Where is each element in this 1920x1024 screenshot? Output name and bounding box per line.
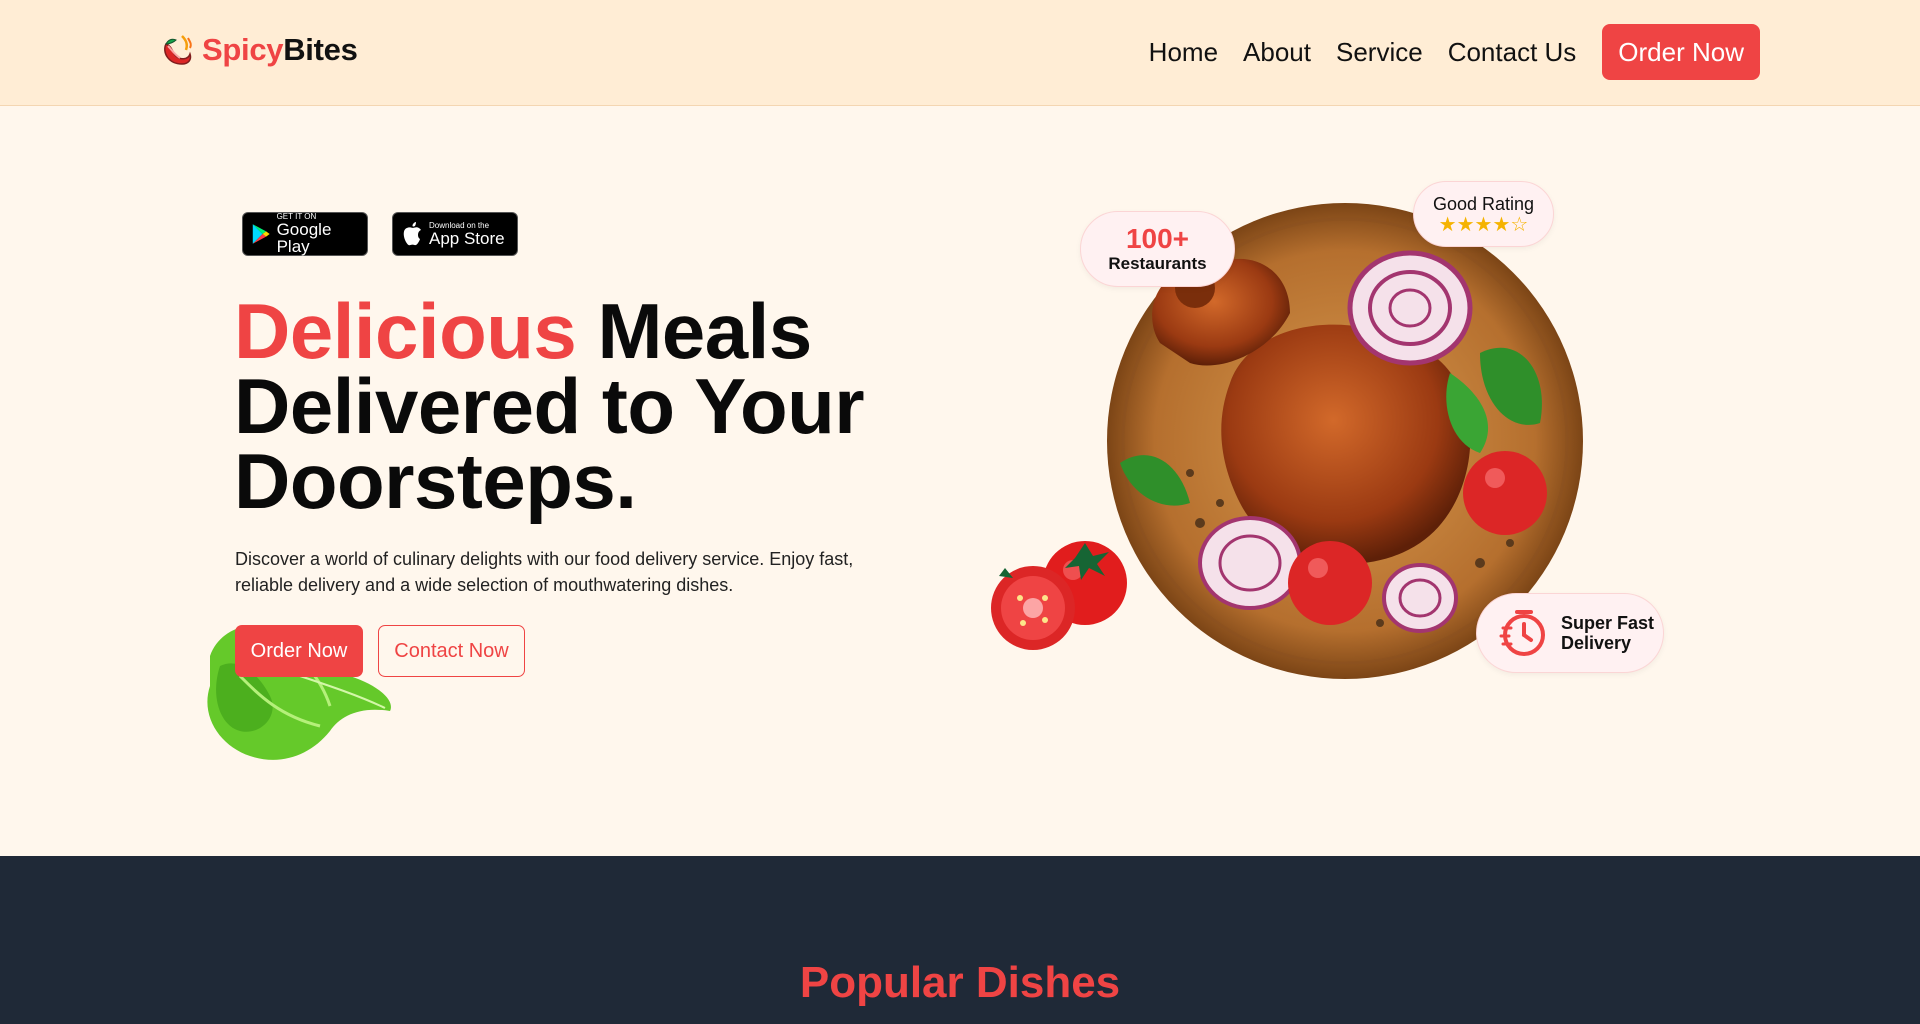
headline-line-3: Doorsteps.: [234, 437, 637, 525]
site-header: SpicyBites Home About Service Contact Us…: [0, 0, 1920, 106]
nav-home[interactable]: Home: [1149, 37, 1218, 68]
chili-logo-icon: [164, 35, 192, 65]
popular-dishes-title: Popular Dishes: [799, 958, 1121, 1007]
rating-stars-icon: ★★★★☆: [1438, 213, 1529, 236]
delivery-badge: Super Fast Delivery: [1476, 593, 1664, 673]
hero-description: Discover a world of culinary delights wi…: [235, 549, 854, 595]
nav-about[interactable]: About: [1243, 37, 1311, 68]
hero-order-now-button[interactable]: Order Now: [235, 625, 363, 677]
tomatoes-image: [991, 541, 1127, 650]
hero-headline: Delicious Meals Delivered to Your Doorst…: [234, 292, 954, 520]
nav-contact-us[interactable]: Contact Us: [1448, 37, 1577, 68]
brand-logo[interactable]: SpicyBites: [158, 30, 358, 70]
rating-label: Good Rating: [1432, 193, 1535, 214]
header-order-now-button[interactable]: Order Now: [1602, 24, 1760, 80]
google-play-badge[interactable]: GET IT ON Google Play: [242, 212, 368, 256]
google-play-text: GET IT ON Google Play: [276, 212, 332, 256]
apple-icon: [403, 222, 421, 246]
brand-name: SpicyBites: [202, 32, 358, 67]
hero-contact-now-button[interactable]: Contact Now: [378, 625, 525, 677]
rating-badge: Good Rating ★★★★☆: [1413, 181, 1554, 247]
main-nav: Home About Service Contact Us Order Now: [1149, 24, 1760, 80]
popular-dishes-section: Popular Dishes: [0, 856, 1920, 1024]
nav-service[interactable]: Service: [1336, 37, 1423, 68]
restaurants-count: 100+: [1125, 223, 1190, 254]
app-store-badge[interactable]: Download on the App Store: [392, 212, 518, 256]
delivery-timer-icon: [1499, 610, 1545, 656]
restaurants-stat-badge: 100+ Restaurants: [1080, 211, 1235, 287]
app-store-text: Download on the App Store: [429, 220, 505, 248]
delivery-text: Super Fast Delivery: [1561, 613, 1655, 653]
google-play-icon: [252, 224, 270, 244]
restaurants-label: Restaurants: [1108, 254, 1207, 273]
hero-section: GET IT ON Google Play Download on the Ap…: [0, 106, 1920, 856]
